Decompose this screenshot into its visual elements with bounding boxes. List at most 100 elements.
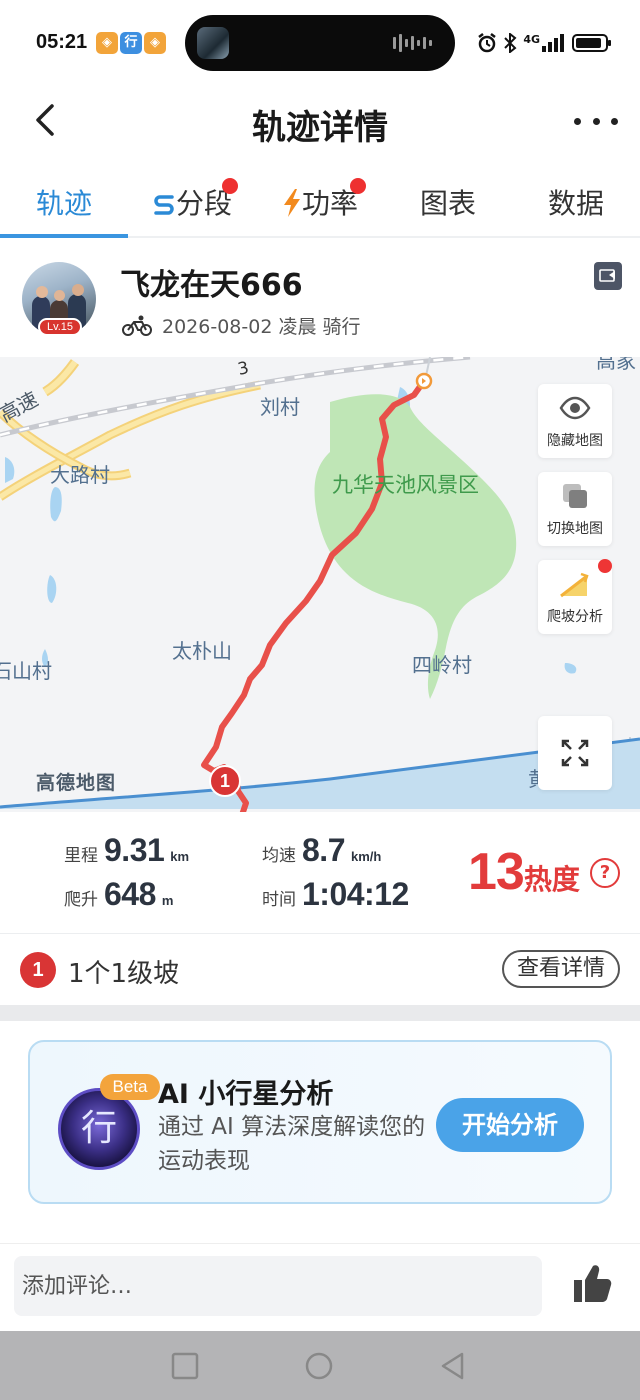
bicycle-icon <box>122 315 152 336</box>
status-icons: 4G <box>477 32 611 54</box>
bluetooth-icon <box>504 33 517 53</box>
start-analysis-button[interactable]: 开始分析 <box>436 1098 584 1152</box>
stat-distance-value: 9.31 <box>104 832 165 868</box>
hide-map-button[interactable]: 隐藏地图 <box>538 384 612 458</box>
stat-duration-label: 时间 <box>262 890 296 910</box>
tab-power[interactable]: 功率 <box>256 166 384 236</box>
status-time: 05:21 <box>36 31 88 53</box>
stat-climb-unit: m <box>161 893 174 908</box>
lightning-icon <box>283 189 300 217</box>
page-title: 轨迹详情 <box>252 108 388 148</box>
eye-icon <box>559 396 591 420</box>
climb-summary: 1 1个1级坡 查看详情 <box>0 935 640 1005</box>
tab-segments-dot <box>222 178 238 194</box>
home-icon[interactable] <box>304 1351 334 1381</box>
stat-avg-speed-unit: km/h <box>350 849 382 864</box>
beta-badge: Beta <box>100 1074 160 1100</box>
notification-app-icon-1: ◈ <box>96 32 118 54</box>
signal-icon <box>542 34 564 52</box>
stat-distance-unit: km <box>170 849 190 864</box>
recent-apps-icon[interactable] <box>170 1351 200 1381</box>
tab-label: 分段 <box>175 187 232 220</box>
ai-card-description: 通过 AI 算法深度解读您的运动表现 <box>158 1114 426 1174</box>
stat-avg-speed-value: 8.7 <box>302 832 345 868</box>
activity-date: 2026-08-02 凌晨 骑行 <box>162 316 361 338</box>
stat-avg-speed-label: 均速 <box>262 846 296 866</box>
ai-card-title: AI 小行星分析 <box>158 1079 334 1110</box>
map-label-shishancun: 石山村 <box>0 659 52 683</box>
switch-map-button[interactable]: 切换地图 <box>538 472 612 546</box>
media-thumbnail <box>197 27 229 59</box>
activity-meta: 2026-08-02 凌晨 骑行 <box>122 312 361 339</box>
tab-charts[interactable]: 图表 <box>384 166 512 236</box>
expand-icon <box>561 739 589 767</box>
tab-bar: 轨迹 分段 功率 图表 数据 <box>0 166 640 238</box>
climb-start-marker[interactable]: 1 <box>209 765 241 797</box>
route-map[interactable]: 高速 3 刘村 大路村 九华天池风景区 太朴山 石山村 四岭村 高家 黄 隐藏地… <box>0 357 640 812</box>
map-label-dalucun: 大路村 <box>50 463 110 487</box>
comment-input[interactable] <box>14 1256 542 1316</box>
climb-analysis-label: 爬坡分析 <box>547 609 603 625</box>
layers-icon <box>563 484 587 508</box>
more-dots-icon[interactable] <box>574 106 618 136</box>
fullscreen-button[interactable] <box>538 716 612 790</box>
ai-analysis-card[interactable]: 行 Beta AI 小行星分析 通过 AI 算法深度解读您的运动表现 开始分析 <box>28 1040 612 1204</box>
audio-wave-icon <box>393 34 432 52</box>
alarm-icon <box>478 33 497 53</box>
climb-summary-text: 1个1级坡 <box>68 959 180 989</box>
tab-data[interactable]: 数据 <box>512 166 640 236</box>
map-label-scenic-area: 九华天池风景区 <box>332 473 479 497</box>
section-divider <box>0 1005 640 1021</box>
tab-label: 功率 <box>301 187 358 220</box>
top-header: 轨迹详情 <box>0 86 640 156</box>
ai-analysis-section: 行 Beta AI 小行星分析 通过 AI 算法深度解读您的运动表现 开始分析 <box>0 1021 640 1243</box>
rider-profile: 飞龙在天666 2026-08-02 凌晨 骑行 <box>0 240 640 356</box>
tab-label: 轨迹 <box>35 187 92 220</box>
system-nav-bar <box>0 1331 640 1400</box>
battery-icon <box>572 34 611 52</box>
map-provider-watermark: 高德地图 <box>36 772 117 794</box>
climb-analysis-dot <box>598 559 612 573</box>
map-label-gaojia: 高家 <box>596 357 636 373</box>
notification-app-icon-3: ◈ <box>144 32 166 54</box>
slope-icon <box>560 572 589 598</box>
map-label-taipushan: 太朴山 <box>172 639 232 663</box>
stat-climb-value: 648 <box>104 876 156 912</box>
stat-avg-speed: 均速 8.7 km/h <box>262 832 381 869</box>
map-label-silingcun: 四岭村 <box>412 653 472 677</box>
dynamic-island[interactable] <box>185 15 455 71</box>
stat-duration: 时间 1:04:12 <box>262 876 409 913</box>
stat-climb-label: 爬升 <box>64 890 98 910</box>
stat-duration-value: 1:04:12 <box>302 876 409 912</box>
thumbs-up-icon[interactable] <box>572 1262 612 1304</box>
stat-distance: 里程 9.31 km <box>64 832 189 869</box>
view-details-button[interactable]: 查看详情 <box>502 950 620 988</box>
network-type: 4G <box>523 32 540 46</box>
username[interactable]: 飞龙在天666 <box>120 260 303 304</box>
comment-bar <box>0 1243 640 1331</box>
heat-score: 13 热度 <box>468 842 580 902</box>
climb-badge: 1 <box>20 952 56 988</box>
help-icon[interactable]: ? <box>590 858 620 888</box>
notification-app-icon-2: 行 <box>120 32 142 54</box>
ai-planet-logo: 行 <box>58 1088 140 1170</box>
heat-value: 13 <box>468 843 525 901</box>
tab-label: 数据 <box>547 187 604 220</box>
stat-climb: 爬升 648 m <box>64 876 173 913</box>
level-badge: Lv.15 <box>38 318 82 336</box>
tab-segments[interactable]: 分段 <box>128 166 256 236</box>
status-bar: 05:21 ◈ 行 ◈ 4G <box>0 0 640 86</box>
tab-label: 图表 <box>419 187 476 220</box>
heat-label: 热度 <box>523 863 580 896</box>
switch-map-label: 切换地图 <box>547 521 603 537</box>
tab-power-dot <box>350 178 366 194</box>
ride-stats: 里程 9.31 km 均速 8.7 km/h 爬升 648 m 时间 1:04:… <box>0 812 640 934</box>
active-tab-indicator <box>0 234 128 238</box>
nav-back-icon[interactable] <box>438 1351 468 1381</box>
tab-track[interactable]: 轨迹 <box>0 166 128 238</box>
hide-map-label: 隐藏地图 <box>547 433 603 449</box>
segment-icon <box>154 195 174 215</box>
share-card-icon[interactable] <box>594 262 622 290</box>
map-label-liucun: 刘村 <box>260 395 300 419</box>
stat-distance-label: 里程 <box>64 846 98 866</box>
